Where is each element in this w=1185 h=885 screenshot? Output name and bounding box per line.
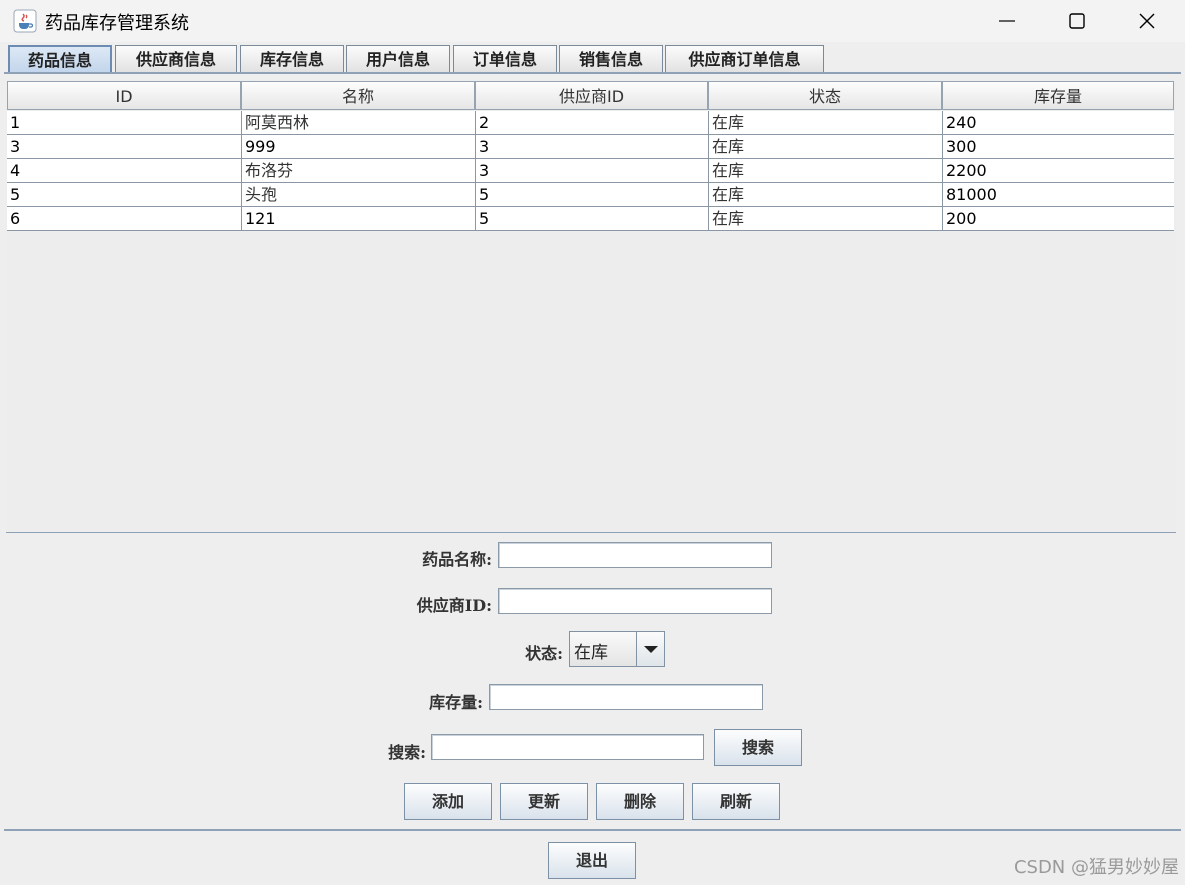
stock-input[interactable] (489, 684, 763, 710)
exit-button[interactable]: 退出 (548, 842, 636, 879)
tab-drug-info[interactable]: 药品信息 (8, 45, 112, 72)
drug-name-input[interactable] (498, 542, 772, 568)
cell-status: 在库 (708, 159, 942, 182)
cell-id: 6 (10, 209, 21, 228)
update-button[interactable]: 更新 (500, 783, 588, 820)
cell-status: 在库 (708, 135, 942, 158)
column-header-stock[interactable]: 库存量 (942, 81, 1174, 110)
watermark: CSDN @猛男妙妙屋 (1013, 857, 1179, 878)
cell-name: 121 (241, 207, 475, 230)
maximize-icon (1069, 13, 1085, 29)
java-cup-icon (13, 9, 37, 33)
cell-stock: 2200 (942, 159, 1174, 182)
cell-status: 在库 (708, 207, 942, 230)
tab-user-info[interactable]: 用户信息 (346, 45, 450, 72)
column-header-status[interactable]: 状态 (708, 81, 942, 110)
cell-supplier-id: 3 (475, 159, 708, 182)
cell-id: 5 (10, 185, 21, 204)
column-header-id[interactable]: ID (7, 81, 241, 110)
column-header-supplier-id[interactable]: 供应商ID (475, 81, 708, 110)
table-row[interactable]: 3 999 3 在库 300 (7, 135, 1174, 159)
close-icon (1139, 13, 1155, 29)
cell-id: 3 (10, 137, 21, 156)
cell-status: 在库 (708, 183, 942, 206)
status-label: 状态: (525, 644, 563, 663)
supplier-id-label: 供应商ID: (416, 596, 492, 615)
cell-stock: 300 (942, 135, 1174, 158)
cell-stock: 81000 (942, 183, 1174, 206)
column-header-name[interactable]: 名称 (241, 81, 475, 110)
minimize-button[interactable] (972, 0, 1042, 42)
delete-button[interactable]: 删除 (596, 783, 684, 820)
search-label: 搜索: (388, 743, 426, 762)
cell-supplier-id: 5 (475, 183, 708, 206)
cell-name: 布洛芬 (241, 159, 475, 182)
cell-stock: 240 (942, 111, 1174, 134)
cell-supplier-id: 5 (475, 207, 708, 230)
cell-supplier-id: 2 (475, 111, 708, 134)
table-row[interactable]: 5 头孢 5 在库 81000 (7, 183, 1174, 207)
search-button[interactable]: 搜索 (714, 729, 802, 766)
refresh-button[interactable]: 刷新 (692, 783, 780, 820)
tab-supplier-order-info[interactable]: 供应商订单信息 (665, 45, 824, 72)
tab-inventory-info[interactable]: 库存信息 (240, 45, 344, 72)
cell-name: 阿莫西林 (241, 111, 475, 134)
status-select-value: 在库 (574, 643, 608, 663)
cell-name: 999 (241, 135, 475, 158)
tab-supplier-info[interactable]: 供应商信息 (115, 45, 237, 72)
stock-label: 库存量: (429, 693, 483, 712)
cell-supplier-id: 3 (475, 135, 708, 158)
close-button[interactable] (1112, 0, 1182, 42)
cell-name: 头孢 (241, 183, 475, 206)
table-row[interactable]: 4 布洛芬 3 在库 2200 (7, 159, 1174, 183)
table-row[interactable]: 1 阿莫西林 2 在库 240 (7, 111, 1174, 135)
tab-order-info[interactable]: 订单信息 (453, 45, 557, 72)
cell-status: 在库 (708, 111, 942, 134)
cell-id: 4 (10, 161, 21, 180)
cell-id: 1 (10, 113, 21, 132)
chevron-down-icon[interactable] (636, 632, 664, 666)
window-title: 药品库存管理系统 (45, 13, 189, 34)
minimize-icon (999, 20, 1015, 22)
bottom-divider (4, 829, 1181, 831)
search-input[interactable] (431, 734, 704, 760)
cell-stock: 200 (942, 207, 1174, 230)
add-button[interactable]: 添加 (404, 783, 492, 820)
table-row[interactable]: 6 121 5 在库 200 (7, 207, 1174, 231)
supplier-id-input[interactable] (498, 588, 772, 614)
drug-name-label: 药品名称: (422, 550, 492, 569)
tab-sales-info[interactable]: 销售信息 (559, 45, 663, 72)
tab-divider (4, 72, 1181, 74)
maximize-button[interactable] (1042, 0, 1112, 42)
